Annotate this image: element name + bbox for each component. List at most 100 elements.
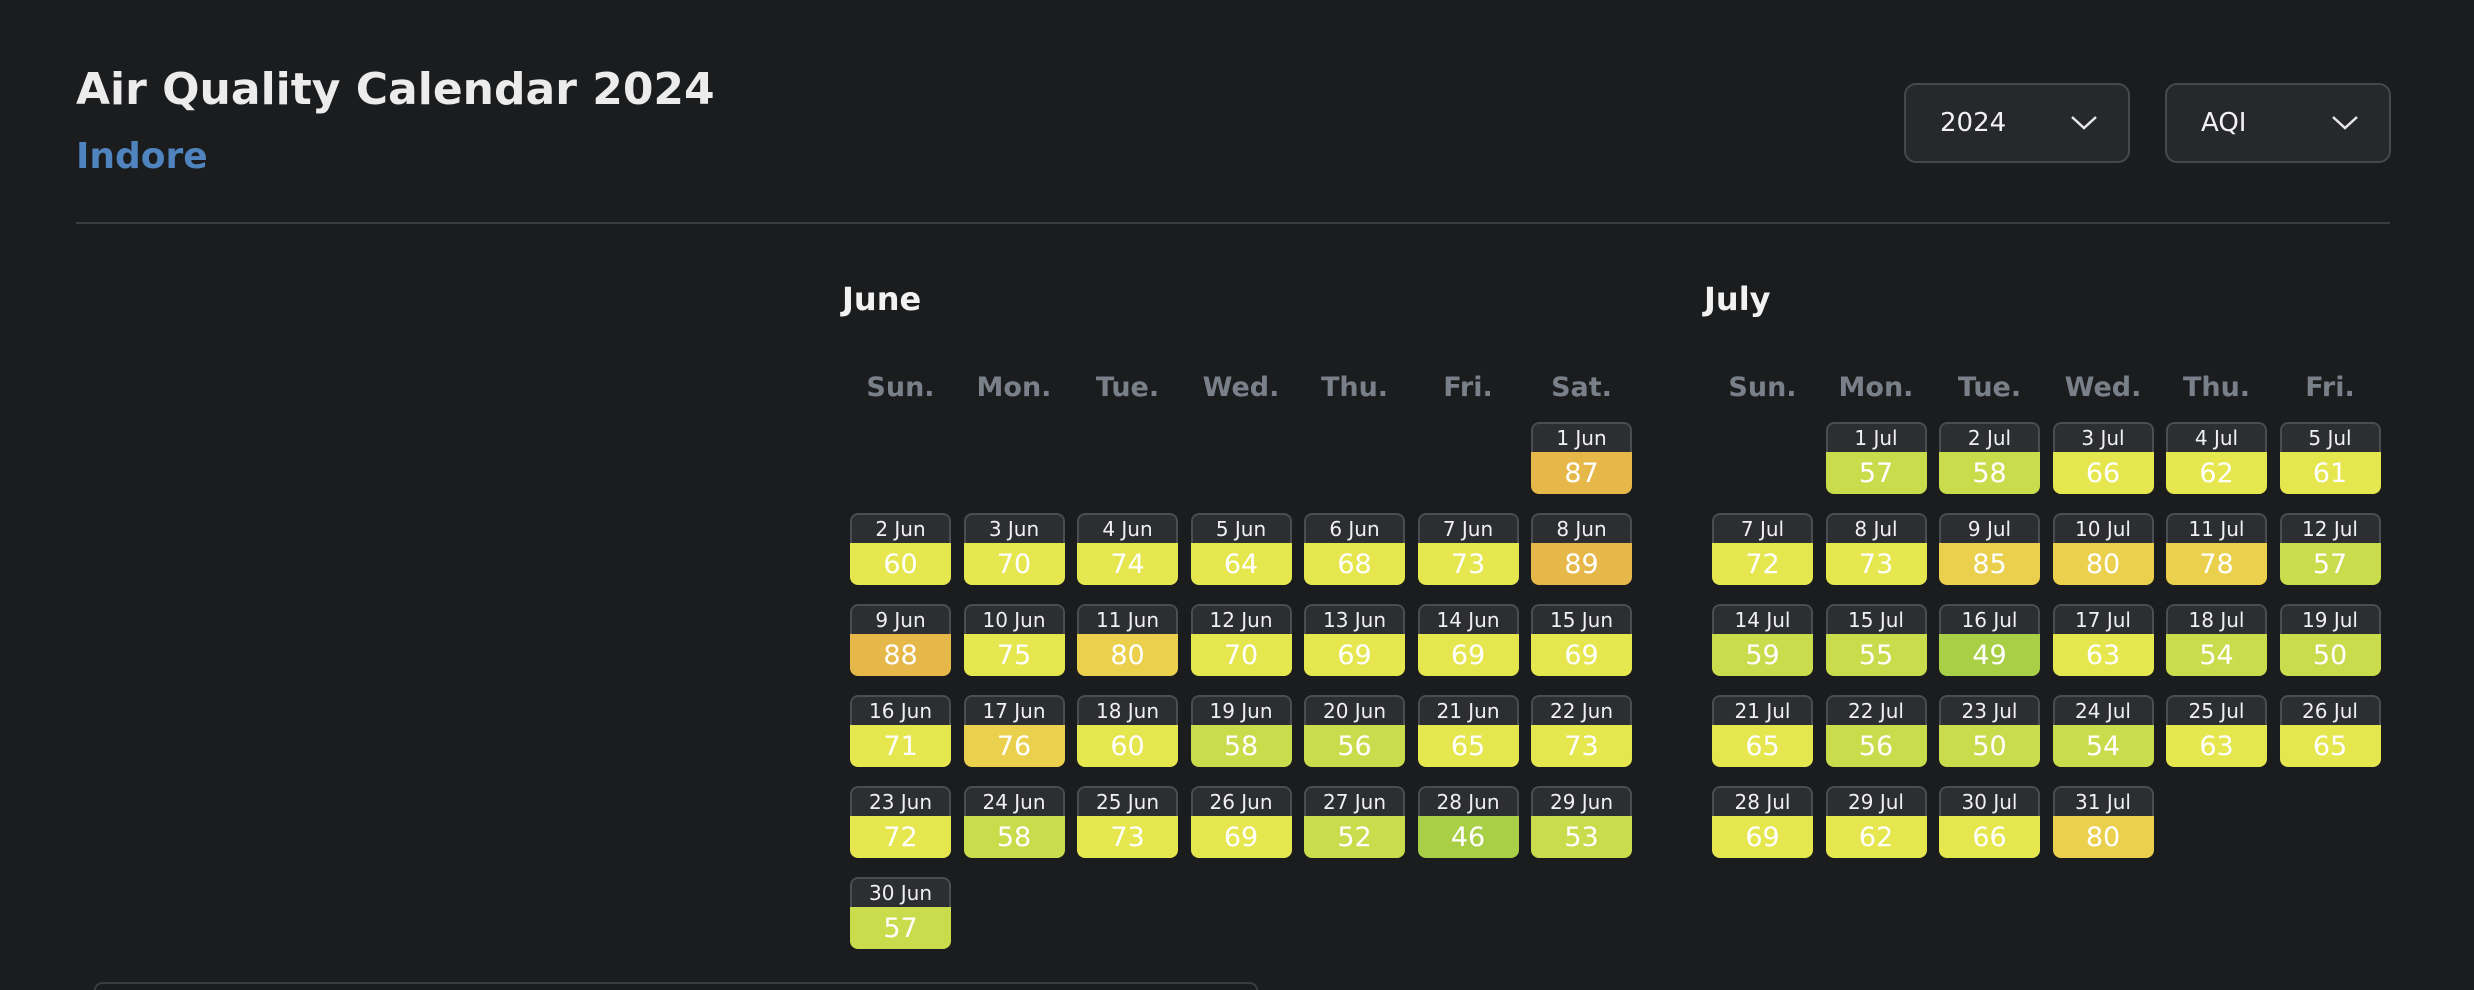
day-date-label: 30 Jul — [1939, 786, 2040, 816]
day-cell-jun-16[interactable]: 16 Jun 71 — [850, 695, 951, 767]
day-aqi-value: 69 — [1712, 816, 1813, 858]
day-cell-jul-9[interactable]: 9 Jul 85 — [1939, 513, 2040, 585]
day-cell-jul-3[interactable]: 3 Jul 66 — [2052, 422, 2154, 494]
day-cell-jun-29[interactable]: 29 Jun 53 — [1531, 786, 1632, 858]
day-cell-jul-4[interactable]: 4 Jul 62 — [2166, 422, 2267, 494]
year-select[interactable]: 2024 — [1904, 83, 2130, 163]
day-cell-jul-15[interactable]: 15 Jul 55 — [1825, 604, 1927, 676]
day-date-label: 7 Jun — [1417, 513, 1519, 543]
day-cell-jun-17[interactable]: 17 Jun 76 — [963, 695, 1065, 767]
day-cell-jul-1[interactable]: 1 Jul 57 — [1825, 422, 1927, 494]
weekday-label: Sun. — [1728, 372, 1797, 403]
day-aqi-value: 63 — [2052, 634, 2154, 676]
day-aqi-value: 58 — [963, 816, 1065, 858]
day-cell-jul-28[interactable]: 28 Jul 69 — [1712, 786, 1813, 858]
day-date-label: 15 Jul — [1825, 604, 1927, 634]
day-aqi-value: 65 — [1712, 725, 1813, 767]
day-cell-jun-23[interactable]: 23 Jun 72 — [850, 786, 951, 858]
weekday-label: Tue. — [1095, 372, 1160, 403]
day-date-label: 7 Jul — [1712, 513, 1813, 543]
day-date-label: 4 Jun — [1077, 513, 1178, 543]
day-date-label: 17 Jul — [2052, 604, 2154, 634]
day-cell-jun-7[interactable]: 7 Jun 73 — [1417, 513, 1519, 585]
day-date-label: 29 Jun — [1531, 786, 1632, 816]
day-date-label: 12 Jun — [1190, 604, 1292, 634]
day-cell-jun-18[interactable]: 18 Jun 60 — [1077, 695, 1178, 767]
day-date-label: 30 Jun — [850, 877, 951, 907]
day-cell-jul-30[interactable]: 30 Jul 66 — [1939, 786, 2040, 858]
day-cell-jun-13[interactable]: 13 Jun 69 — [1304, 604, 1405, 676]
day-cell-jun-20[interactable]: 20 Jun 56 — [1304, 695, 1405, 767]
day-cell-jul-10[interactable]: 10 Jul 80 — [2052, 513, 2154, 585]
day-cell-jun-10[interactable]: 10 Jun 75 — [963, 604, 1065, 676]
day-date-label: 4 Jul — [2166, 422, 2267, 452]
day-aqi-value: 62 — [2166, 452, 2267, 494]
day-cell-jun-15[interactable]: 15 Jun 69 — [1531, 604, 1632, 676]
header-divider — [76, 222, 2390, 224]
day-date-label: 19 Jul — [2279, 604, 2381, 634]
day-cell-jul-11[interactable]: 11 Jul 78 — [2166, 513, 2267, 585]
day-cell-jul-12[interactable]: 12 Jul 57 — [2279, 513, 2381, 585]
day-cell-jun-5[interactable]: 5 Jun 64 — [1190, 513, 1292, 585]
day-aqi-value: 56 — [1304, 725, 1405, 767]
weekday-label: Thu. — [2182, 372, 2251, 403]
day-aqi-value: 58 — [1190, 725, 1292, 767]
day-cell-jun-19[interactable]: 19 Jun 58 — [1190, 695, 1292, 767]
day-cell-jul-7[interactable]: 7 Jul 72 — [1712, 513, 1813, 585]
day-cell-jun-22[interactable]: 22 Jun 73 — [1531, 695, 1632, 767]
day-date-label: 9 Jun — [850, 604, 951, 634]
chevron-down-icon — [2071, 116, 2097, 130]
day-cell-jun-30[interactable]: 30 Jun 57 — [850, 877, 951, 949]
day-cell-jul-16[interactable]: 16 Jul 49 — [1939, 604, 2040, 676]
day-cell-jun-25[interactable]: 25 Jun 73 — [1077, 786, 1178, 858]
day-cell-jul-17[interactable]: 17 Jul 63 — [2052, 604, 2154, 676]
day-aqi-value: 70 — [1190, 634, 1292, 676]
day-cell-jun-27[interactable]: 27 Jun 52 — [1304, 786, 1405, 858]
day-aqi-value: 65 — [2279, 725, 2381, 767]
day-cell-jul-19[interactable]: 19 Jul 50 — [2279, 604, 2381, 676]
day-cell-jun-14[interactable]: 14 Jun 69 — [1417, 604, 1519, 676]
day-cell-jun-28[interactable]: 28 Jun 46 — [1417, 786, 1519, 858]
day-cell-jun-26[interactable]: 26 Jun 69 — [1190, 786, 1292, 858]
day-aqi-value: 55 — [1825, 634, 1927, 676]
day-cell-jul-24[interactable]: 24 Jul 54 — [2052, 695, 2154, 767]
day-cell-jun-4[interactable]: 4 Jun 74 — [1077, 513, 1178, 585]
day-cell-jun-24[interactable]: 24 Jun 58 — [963, 786, 1065, 858]
month-name: June — [842, 280, 922, 318]
chevron-down-icon — [2332, 116, 2358, 130]
day-cell-jun-8[interactable]: 8 Jun 89 — [1531, 513, 1632, 585]
day-date-label: 10 Jul — [2052, 513, 2154, 543]
day-cell-jul-2[interactable]: 2 Jul 58 — [1939, 422, 2040, 494]
day-cell-jun-2[interactable]: 2 Jun 60 — [850, 513, 951, 585]
day-aqi-value: 62 — [1825, 816, 1927, 858]
day-cell-jul-5[interactable]: 5 Jul 61 — [2279, 422, 2381, 494]
day-cell-jul-23[interactable]: 23 Jul 50 — [1939, 695, 2040, 767]
day-date-label: 25 Jul — [2166, 695, 2267, 725]
metric-select[interactable]: AQI — [2165, 83, 2391, 163]
day-date-label: 19 Jun — [1190, 695, 1292, 725]
day-cell-jul-14[interactable]: 14 Jul 59 — [1712, 604, 1813, 676]
day-cell-jun-3[interactable]: 3 Jun 70 — [963, 513, 1065, 585]
day-cell-jul-25[interactable]: 25 Jul 63 — [2166, 695, 2267, 767]
day-cell-jul-21[interactable]: 21 Jul 65 — [1712, 695, 1813, 767]
month-jul: JulySun.Mon.Tue.Wed.Thu.Fri.Sat.1 Jul572… — [1704, 258, 2390, 988]
day-cell-jul-26[interactable]: 26 Jul 65 — [2279, 695, 2381, 767]
day-cell-jun-21[interactable]: 21 Jun 65 — [1417, 695, 1519, 767]
day-cell-jul-22[interactable]: 22 Jul 56 — [1825, 695, 1927, 767]
day-cell-jun-1[interactable]: 1 Jun 87 — [1531, 422, 1632, 494]
day-aqi-value: 80 — [2052, 816, 2154, 858]
day-aqi-value: 63 — [2166, 725, 2267, 767]
day-date-label: 11 Jun — [1077, 604, 1178, 634]
day-cell-jul-18[interactable]: 18 Jul 54 — [2166, 604, 2267, 676]
calendar-scroll-area[interactable]: Sun.Mon.Tue.Wed.Thu.Fri.Sat.1 May982 May… — [76, 258, 2390, 988]
day-cell-jun-11[interactable]: 11 Jun 80 — [1077, 604, 1178, 676]
day-date-label: 17 Jun — [963, 695, 1065, 725]
day-cell-jun-6[interactable]: 6 Jun 68 — [1304, 513, 1405, 585]
day-cell-jun-9[interactable]: 9 Jun 88 — [850, 604, 951, 676]
day-cell-jul-31[interactable]: 31 Jul 80 — [2052, 786, 2154, 858]
day-cell-jul-29[interactable]: 29 Jul 62 — [1825, 786, 1927, 858]
day-cell-jun-12[interactable]: 12 Jun 70 — [1190, 604, 1292, 676]
day-cell-jul-8[interactable]: 8 Jul 73 — [1825, 513, 1927, 585]
day-date-label: 26 Jun — [1190, 786, 1292, 816]
day-date-label: 28 Jun — [1417, 786, 1519, 816]
